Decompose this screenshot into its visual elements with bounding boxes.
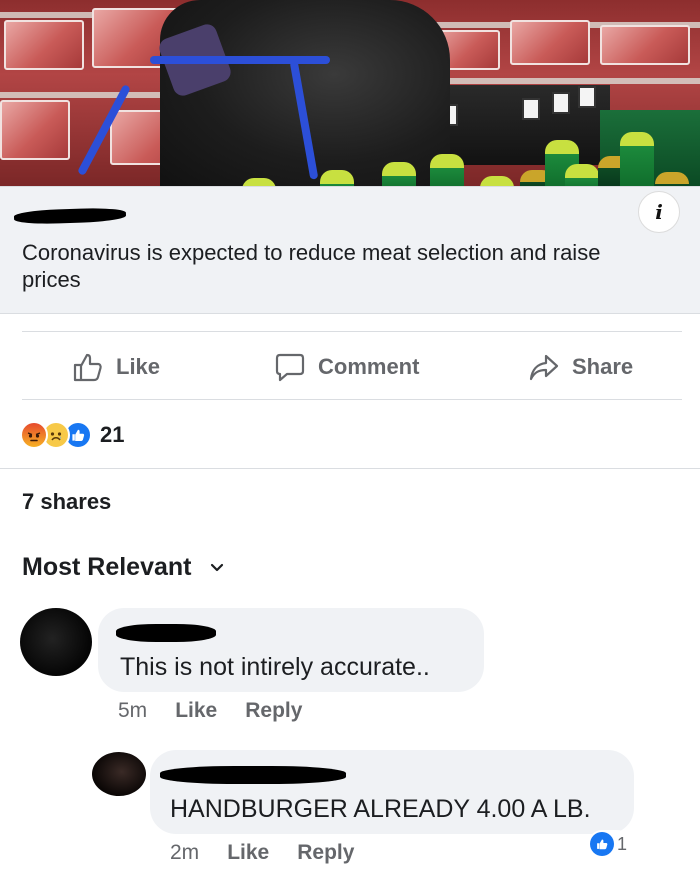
- comment-sort-dropdown[interactable]: Most Relevant: [22, 553, 225, 582]
- post-photo[interactable]: [0, 0, 700, 186]
- comment-reply-button[interactable]: Reply: [245, 699, 302, 723]
- thumbs-up-icon: [73, 353, 102, 382]
- comment-text: HANDBURGER ALREADY 4.00 A LB.: [170, 795, 591, 823]
- bottle: [382, 162, 416, 186]
- bottle: [320, 170, 354, 186]
- divider: [22, 399, 682, 400]
- bottle: [480, 176, 514, 186]
- comment-button[interactable]: Comment: [274, 349, 419, 385]
- like-button[interactable]: Like: [72, 349, 160, 385]
- meat-package: [0, 100, 70, 160]
- chevron-down-icon: [211, 563, 224, 571]
- cart-handle: [150, 56, 330, 64]
- redacted-name: [160, 766, 346, 784]
- comment-text: This is not intirely accurate..: [120, 653, 430, 681]
- avatar[interactable]: [20, 608, 92, 676]
- info-icon[interactable]: i: [638, 191, 680, 233]
- share-arrow-icon: [529, 354, 559, 381]
- meat-package: [510, 20, 590, 65]
- price-tag: [552, 92, 570, 114]
- link-title[interactable]: Coronavirus is expected to reduce meat s…: [22, 239, 662, 293]
- comment-meta: 5m Like Reply: [118, 699, 302, 723]
- reaction-count: 21: [100, 422, 125, 447]
- comment-time: 2m: [170, 841, 200, 864]
- bottle: [620, 132, 654, 186]
- redacted-name: [116, 624, 216, 642]
- bottle: [242, 178, 276, 186]
- share-button[interactable]: Share: [528, 349, 633, 385]
- divider: [22, 331, 682, 332]
- bottle: [430, 154, 464, 186]
- sort-label: Most Relevant: [22, 553, 192, 581]
- meat-package: [4, 20, 84, 70]
- share-label: Share: [572, 354, 634, 379]
- divider: [0, 468, 700, 469]
- bottle: [655, 172, 689, 186]
- link-preview[interactable]: Coronavirus is expected to reduce meat s…: [0, 186, 700, 314]
- comment-like-button[interactable]: Like: [227, 841, 269, 865]
- redacted-source: [13, 207, 127, 225]
- shares-count[interactable]: 7 shares: [22, 489, 111, 515]
- shelf: [420, 78, 700, 84]
- meat-package: [600, 25, 690, 65]
- comment-icon: [275, 353, 305, 382]
- comment-label: Comment: [318, 354, 420, 379]
- comment-time: 5m: [118, 699, 148, 722]
- comment-meta: 2m Like Reply: [170, 841, 354, 865]
- like-label: Like: [116, 354, 161, 379]
- comment-like-button[interactable]: Like: [175, 699, 217, 723]
- like-reaction-icon: [590, 832, 614, 856]
- bottle: [565, 164, 599, 186]
- reactions-summary[interactable]: 21: [20, 420, 124, 450]
- price-tag: [522, 98, 540, 120]
- comment-like-count[interactable]: 1: [588, 830, 632, 858]
- like-count-value: 1: [617, 833, 628, 854]
- price-tag: [578, 86, 596, 108]
- angry-reaction-icon: [20, 421, 48, 449]
- comment-reply-button[interactable]: Reply: [297, 841, 354, 865]
- avatar[interactable]: [92, 752, 146, 796]
